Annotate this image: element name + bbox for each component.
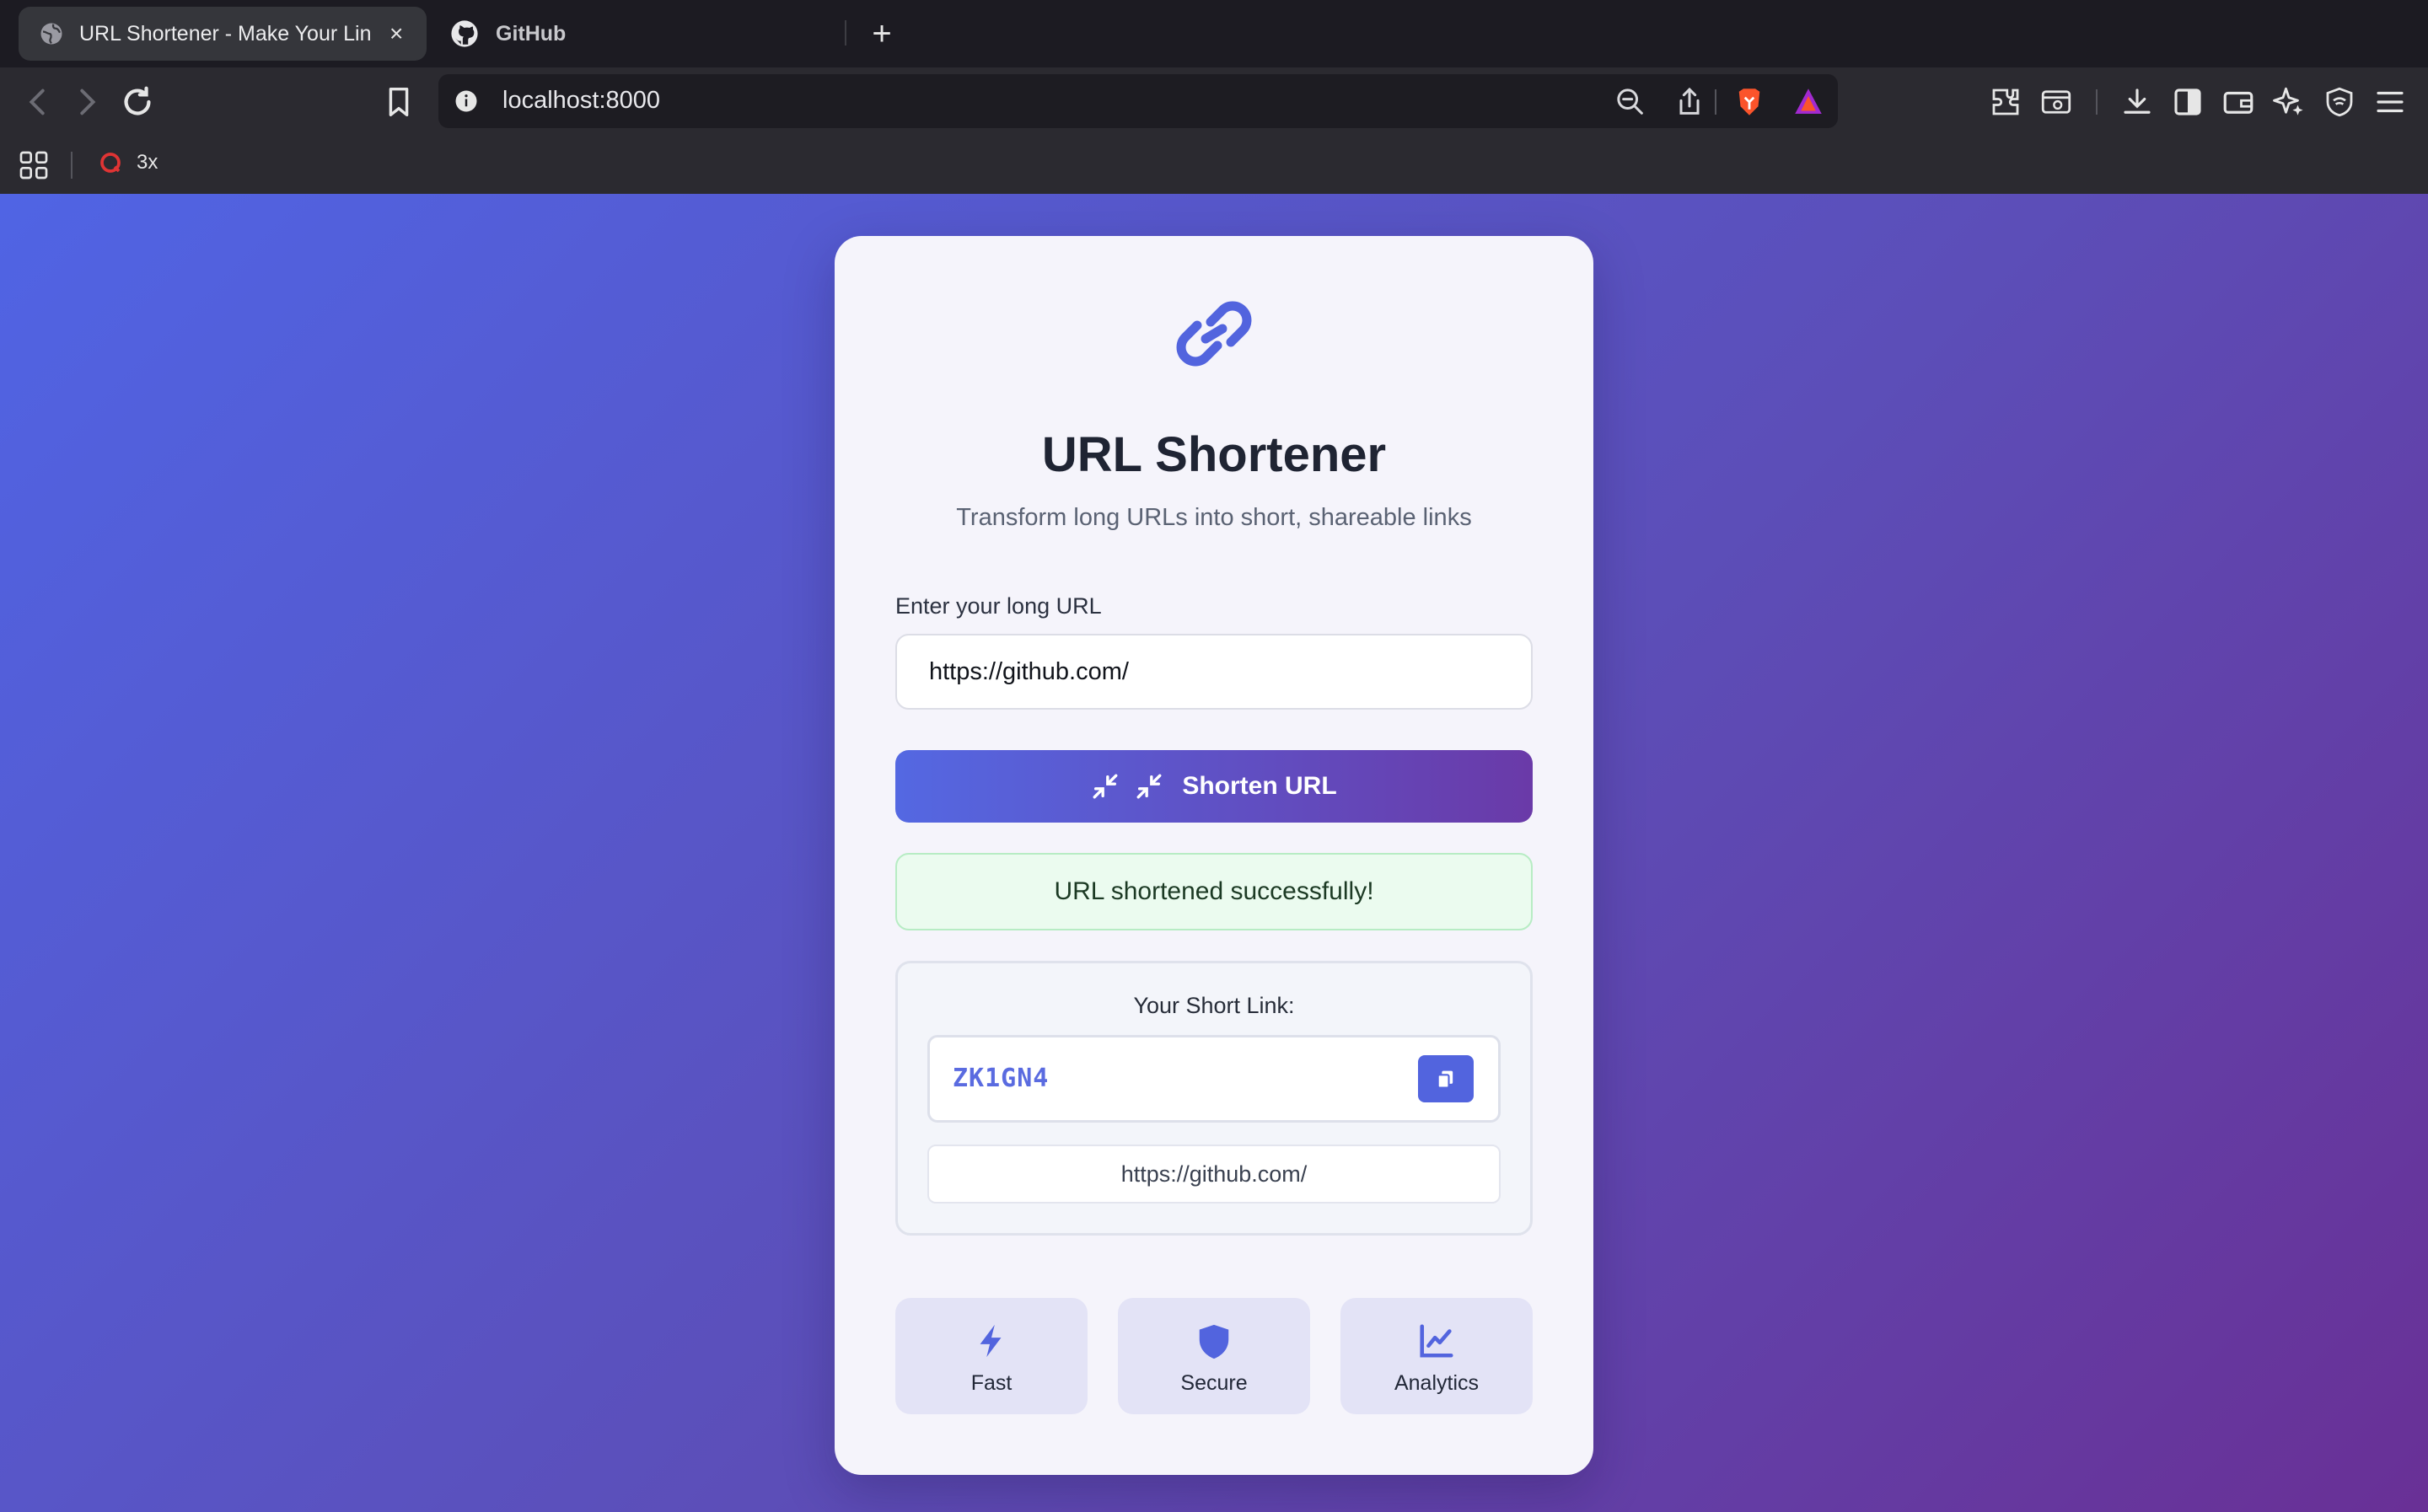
- divider: [2096, 89, 2098, 115]
- chart-line-icon: [1420, 1324, 1453, 1358]
- url-text[interactable]: localhost:8000: [502, 87, 660, 115]
- vpn-shield-icon[interactable]: [2322, 84, 2357, 120]
- tab-url-shortener[interactable]: URL Shortener - Make Your Lin ×: [19, 7, 427, 61]
- download-icon[interactable]: [2119, 84, 2155, 120]
- page-subtitle: Transform long URLs into short, shareabl…: [956, 504, 1472, 531]
- back-icon[interactable]: [19, 83, 57, 121]
- copy-button[interactable]: [1418, 1055, 1474, 1102]
- reader-mode-icon[interactable]: [2039, 84, 2074, 120]
- page-title: URL Shortener: [1041, 427, 1387, 482]
- feature-analytics: Analytics: [1340, 1298, 1533, 1414]
- feature-secure: Secure: [1118, 1298, 1310, 1414]
- compress-icon: [1093, 774, 1118, 799]
- new-tab-button[interactable]: +: [863, 15, 900, 52]
- short-code[interactable]: ZK1GN4: [953, 1064, 1049, 1093]
- result-heading: Your Short Link:: [1133, 993, 1295, 1018]
- copy-icon: [1437, 1070, 1453, 1089]
- brave-shield-icon[interactable]: [1732, 84, 1767, 120]
- extensions-icon[interactable]: [1988, 84, 2023, 120]
- brave-rewards-icon[interactable]: [1791, 84, 1826, 120]
- shorten-button-label: Shorten URL: [1182, 772, 1337, 800]
- original-url[interactable]: https://github.com/: [927, 1145, 1501, 1204]
- forward-icon[interactable]: [67, 83, 106, 121]
- link-icon: [1176, 301, 1252, 367]
- url-input-label: Enter your long URL: [895, 593, 1102, 619]
- tab-divider: [845, 20, 846, 46]
- feature-label: Fast: [970, 1371, 1013, 1395]
- share-icon[interactable]: [1673, 85, 1706, 119]
- shield-icon: [1199, 1324, 1229, 1359]
- feature-label: Secure: [1180, 1371, 1248, 1395]
- apps-grid-icon[interactable]: [17, 148, 51, 182]
- github-icon: [451, 20, 478, 47]
- info-icon[interactable]: [454, 88, 479, 114]
- shorten-url-button[interactable]: Shorten URL: [895, 750, 1533, 823]
- sidebar-icon[interactable]: [2170, 84, 2205, 120]
- feature-label: Analytics: [1394, 1371, 1480, 1395]
- globe-icon: [40, 23, 62, 45]
- tab-close-icon[interactable]: ×: [389, 20, 403, 47]
- long-url-input[interactable]: https://github.com/: [895, 634, 1533, 710]
- success-message: URL shortened successfully!: [895, 853, 1533, 930]
- divider: [71, 152, 73, 179]
- bookmark-item[interactable]: 3x: [98, 150, 158, 175]
- tab-title: GitHub: [496, 21, 567, 46]
- tab-github[interactable]: GitHub: [450, 7, 838, 61]
- leo-ai-icon[interactable]: [2271, 84, 2307, 120]
- zoom-out-icon[interactable]: [1614, 85, 1647, 119]
- bolt-icon: [980, 1324, 1002, 1358]
- bookmark-favicon-icon: [100, 153, 121, 173]
- tab-title: URL Shortener - Make Your Lin: [79, 21, 372, 46]
- wallet-icon[interactable]: [2221, 84, 2256, 120]
- compress-icon: [1136, 774, 1162, 799]
- reload-icon[interactable]: [118, 83, 157, 121]
- feature-fast: Fast: [895, 1298, 1088, 1414]
- divider: [1715, 89, 1716, 115]
- menu-icon[interactable]: [2372, 84, 2408, 120]
- bookmarks-bar: [0, 137, 2428, 194]
- bookmark-icon[interactable]: [379, 83, 418, 121]
- bookmark-label: 3x: [137, 151, 158, 174]
